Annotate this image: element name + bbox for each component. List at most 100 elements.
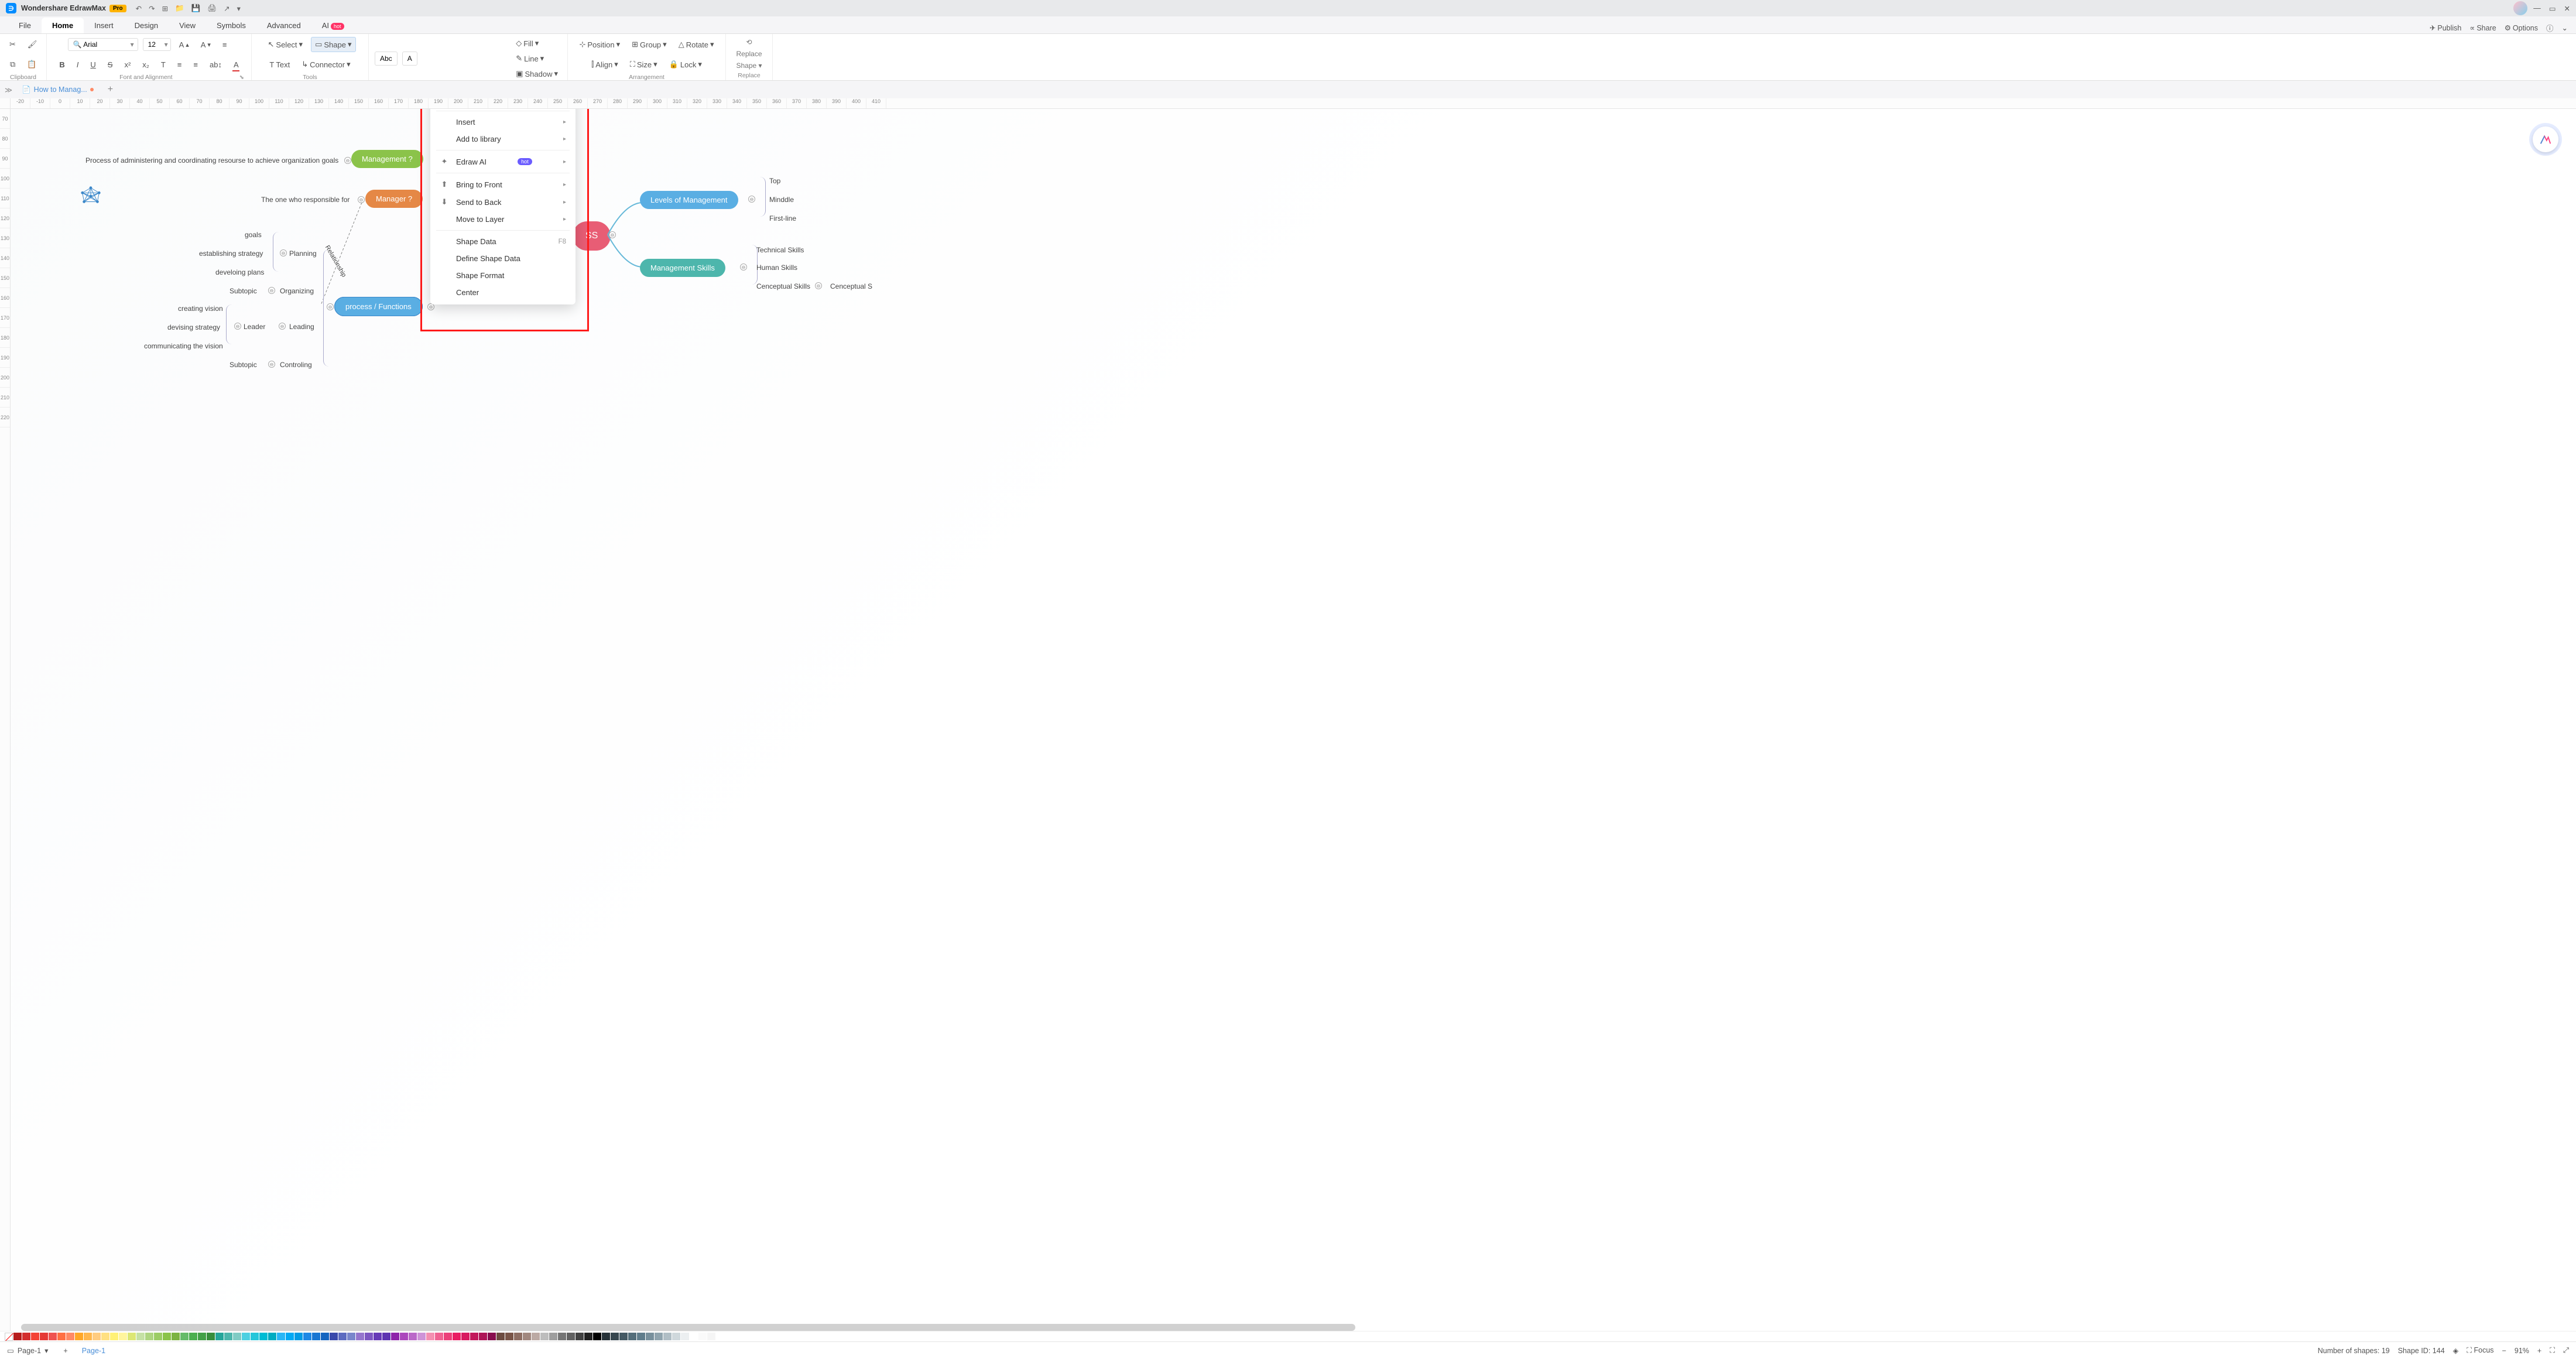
color-swatch[interactable] [31, 1333, 39, 1340]
paste-button[interactable]: 📋 [23, 57, 40, 71]
color-swatch[interactable] [681, 1333, 689, 1340]
italic-button[interactable]: I [73, 58, 83, 71]
color-swatch[interactable] [549, 1333, 557, 1340]
superscript-button[interactable]: x² [121, 58, 134, 71]
tab-file[interactable]: File [8, 18, 42, 33]
color-swatch[interactable] [172, 1333, 180, 1340]
color-swatch[interactable] [558, 1333, 566, 1340]
color-swatch[interactable] [540, 1333, 549, 1340]
color-swatch[interactable] [628, 1333, 636, 1340]
color-swatch[interactable] [312, 1333, 320, 1340]
ctx-item-center[interactable]: Center [430, 284, 576, 301]
color-swatch[interactable] [294, 1333, 303, 1340]
color-swatch[interactable] [347, 1333, 355, 1340]
export-button[interactable]: ↗ [224, 4, 229, 13]
collapse-toggle[interactable]: ⊖ [234, 323, 241, 330]
color-swatch[interactable] [619, 1333, 628, 1340]
maximize-button[interactable]: ▭ [2549, 4, 2556, 13]
text-tool-button[interactable]: T Text [266, 58, 293, 71]
select-tool-button[interactable]: ↖ Select ▾ [265, 37, 307, 52]
expand-panel-button[interactable]: ≫ [5, 85, 12, 94]
horizontal-scrollbar[interactable] [21, 1324, 1355, 1331]
text-direction-button[interactable]: ab↕ [206, 58, 225, 71]
color-swatch[interactable] [698, 1333, 707, 1340]
color-swatch[interactable] [251, 1333, 259, 1340]
pages-menu-icon[interactable]: ▭ [7, 1346, 14, 1355]
color-swatch[interactable] [382, 1333, 390, 1340]
tab-insert[interactable]: Insert [84, 18, 124, 33]
color-swatch[interactable] [224, 1333, 232, 1340]
tab-symbols[interactable]: Symbols [206, 18, 256, 33]
collapse-toggle[interactable]: ⊖ [268, 287, 275, 294]
replace-shape-button[interactable]: Shape ▾ [736, 61, 762, 70]
color-swatch[interactable] [356, 1333, 364, 1340]
strikethrough-button[interactable]: S [104, 58, 117, 71]
line-button[interactable]: ✎ Line ▾ [512, 52, 561, 66]
collapse-toggle[interactable]: ⊖ [815, 282, 822, 289]
options-button[interactable]: ⚙ Options [2505, 23, 2538, 32]
collapse-toggle[interactable]: ⊖ [279, 323, 286, 330]
replace-shape-icon[interactable]: ⟲ [746, 38, 752, 46]
font-family-select[interactable]: 🔍 Arial [68, 38, 138, 51]
color-swatch[interactable] [215, 1333, 224, 1340]
connector-tool-button[interactable]: ↳ Connector ▾ [298, 57, 354, 71]
color-swatch[interactable] [584, 1333, 592, 1340]
shadow-button[interactable]: ▣ Shadow ▾ [512, 67, 561, 81]
color-swatch[interactable] [496, 1333, 505, 1340]
color-swatch[interactable] [453, 1333, 461, 1340]
qat-more-button[interactable]: ▾ [237, 4, 241, 13]
share-button[interactable]: ∝ Share [2469, 23, 2496, 32]
color-swatch[interactable] [22, 1333, 30, 1340]
zoom-in-button[interactable]: + [2537, 1347, 2541, 1355]
size-button[interactable]: ⛶ Size▾ [626, 57, 661, 71]
color-swatch[interactable] [611, 1333, 619, 1340]
bullets-button[interactable]: ≡ [190, 58, 201, 71]
font-size-select[interactable]: 12 [143, 38, 171, 51]
ai-fab-button[interactable] [2533, 126, 2558, 152]
font-color-button[interactable]: A [230, 58, 242, 71]
color-swatch[interactable] [470, 1333, 478, 1340]
color-swatch[interactable] [233, 1333, 241, 1340]
color-swatch[interactable] [154, 1333, 162, 1340]
color-swatch[interactable] [321, 1333, 329, 1340]
color-swatch[interactable] [75, 1333, 83, 1340]
color-swatch[interactable] [602, 1333, 610, 1340]
zoom-level[interactable]: 91% [2515, 1347, 2529, 1355]
node-levels[interactable]: Levels of Management [640, 191, 738, 209]
user-avatar[interactable] [2513, 1, 2527, 15]
color-swatch[interactable] [417, 1333, 426, 1340]
tab-advanced[interactable]: Advanced [256, 18, 311, 33]
color-swatch[interactable] [391, 1333, 399, 1340]
color-swatch[interactable] [128, 1333, 136, 1340]
fullscreen-button[interactable]: ⤢ [2563, 1346, 2569, 1355]
color-swatch[interactable] [646, 1333, 654, 1340]
color-swatch[interactable] [207, 1333, 215, 1340]
color-swatch[interactable] [593, 1333, 601, 1340]
color-swatch[interactable] [409, 1333, 417, 1340]
ctx-item-shape-format[interactable]: Shape Format [430, 267, 576, 284]
page-select-arrow[interactable]: ▾ [44, 1346, 48, 1355]
color-swatch[interactable] [268, 1333, 276, 1340]
color-swatch[interactable] [277, 1333, 285, 1340]
collapse-toggle[interactable]: ⊖ [740, 263, 747, 271]
color-swatch[interactable] [330, 1333, 338, 1340]
collapse-ribbon-button[interactable]: ⌄ [2562, 23, 2568, 32]
color-swatch[interactable] [101, 1333, 109, 1340]
new-button[interactable]: ⊞ [162, 4, 168, 13]
ctx-item-send-to-back[interactable]: ⬇Send to Back▸ [430, 193, 576, 211]
text-color-button[interactable]: T [157, 58, 169, 71]
color-swatch[interactable] [198, 1333, 206, 1340]
increase-font-button[interactable]: A▴ [176, 38, 193, 52]
node-process-functions[interactable]: process / Functions [335, 297, 422, 316]
line-spacing-button[interactable]: ≡ [174, 58, 186, 71]
tab-view[interactable]: View [169, 18, 206, 33]
rotate-button[interactable]: △ Rotate▾ [675, 37, 718, 52]
ctx-item-bring-to-front[interactable]: ⬆Bring to Front▸ [430, 176, 576, 193]
color-swatch[interactable] [189, 1333, 197, 1340]
color-swatch[interactable] [180, 1333, 189, 1340]
no-fill-swatch[interactable] [5, 1333, 13, 1341]
underline-button[interactable]: U [87, 58, 99, 71]
color-swatch[interactable] [532, 1333, 540, 1340]
close-button[interactable]: ✕ [2564, 4, 2570, 13]
color-swatch[interactable] [163, 1333, 171, 1340]
